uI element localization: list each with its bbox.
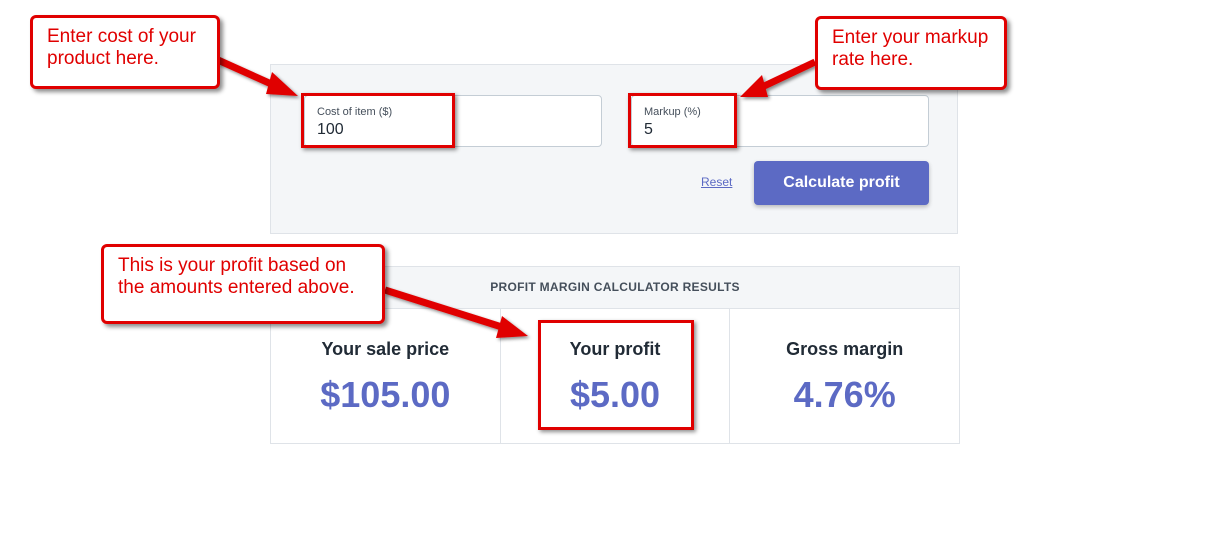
cost-arrow <box>216 56 280 91</box>
cost-arrow-head <box>266 72 298 96</box>
profit-callout: This is your profit based on the amounts… <box>101 244 385 324</box>
profit-arrow-head <box>496 316 528 338</box>
profit-arrow <box>383 286 507 332</box>
cost-callout: Enter cost of your product here. <box>30 15 220 89</box>
markup-callout: Enter your markup rate here. <box>815 16 1007 90</box>
markup-arrow-head <box>740 75 768 97</box>
markup-arrow <box>758 58 817 92</box>
